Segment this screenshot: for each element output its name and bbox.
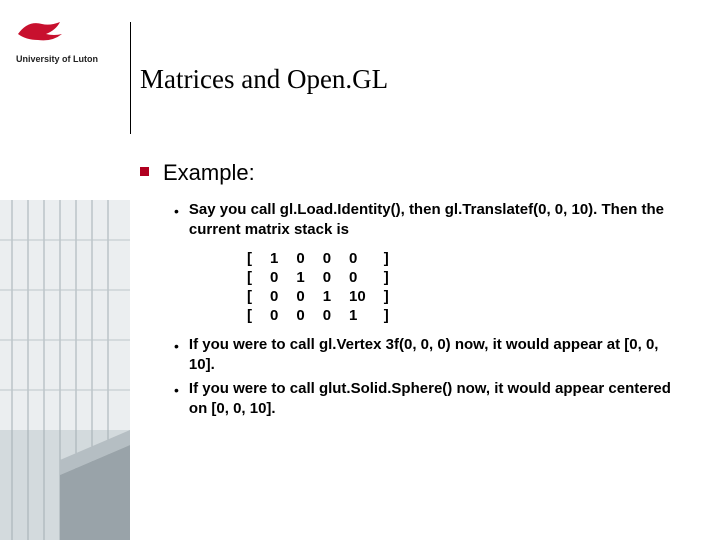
cell: 0 <box>287 306 313 325</box>
cell: 10 <box>340 287 375 306</box>
dot-bullet-icon: • <box>174 380 179 400</box>
cell: 0 <box>340 249 375 268</box>
dot-bullet-icon: • <box>174 336 179 356</box>
background-building-image <box>0 200 130 540</box>
matrix-row: [ 0 0 1 10 ] <box>238 287 398 306</box>
cell: 1 <box>287 268 313 287</box>
cell: 0 <box>314 306 340 325</box>
cell: 0 <box>261 306 287 325</box>
bracket: [ <box>238 268 261 287</box>
cell: 0 <box>314 268 340 287</box>
cell: 0 <box>261 287 287 306</box>
bracket: ] <box>375 287 398 306</box>
sub-bullet-1-text: Say you call gl.Load.Identity(), then gl… <box>189 200 680 241</box>
cell: 0 <box>287 287 313 306</box>
example-label: Example: <box>163 160 255 186</box>
bracket: [ <box>238 287 261 306</box>
bracket: ] <box>375 249 398 268</box>
bracket: [ <box>238 306 261 325</box>
title-divider <box>130 22 131 134</box>
dove-icon <box>16 18 64 44</box>
slide: University of Luton Matrices and Open.GL… <box>0 0 720 540</box>
sub-bullets: • Say you call gl.Load.Identity(), then … <box>174 200 680 420</box>
cell: 0 <box>340 268 375 287</box>
dot-bullet-icon: • <box>174 201 179 221</box>
cell: 0 <box>287 249 313 268</box>
sub-bullet-2-text: If you were to call gl.Vertex 3f(0, 0, 0… <box>189 335 680 376</box>
sub-bullet-2: • If you were to call gl.Vertex 3f(0, 0,… <box>174 335 680 376</box>
content-area: Example: • Say you call gl.Load.Identity… <box>140 160 680 424</box>
cell: 0 <box>261 268 287 287</box>
sub-bullet-1: • Say you call gl.Load.Identity(), then … <box>174 200 680 241</box>
matrix-block: [ 1 0 0 0 ] [ 0 1 0 0 ] <box>238 249 680 325</box>
university-name: University of Luton <box>16 54 98 64</box>
matrix-row: [ 0 0 0 1 ] <box>238 306 398 325</box>
university-logo <box>16 18 64 49</box>
example-row: Example: <box>140 160 680 186</box>
matrix-table: [ 1 0 0 0 ] [ 0 1 0 0 ] <box>238 249 398 325</box>
bracket: ] <box>375 306 398 325</box>
matrix-row: [ 1 0 0 0 ] <box>238 249 398 268</box>
square-bullet-icon <box>140 167 149 176</box>
slide-title: Matrices and Open.GL <box>140 64 388 95</box>
bracket: ] <box>375 268 398 287</box>
cell: 1 <box>314 287 340 306</box>
cell: 0 <box>314 249 340 268</box>
matrix-row: [ 0 1 0 0 ] <box>238 268 398 287</box>
cell: 1 <box>261 249 287 268</box>
cell: 1 <box>340 306 375 325</box>
sub-bullet-3: • If you were to call glut.Solid.Sphere(… <box>174 379 680 420</box>
sub-bullet-3-text: If you were to call glut.Solid.Sphere() … <box>189 379 680 420</box>
bracket: [ <box>238 249 261 268</box>
